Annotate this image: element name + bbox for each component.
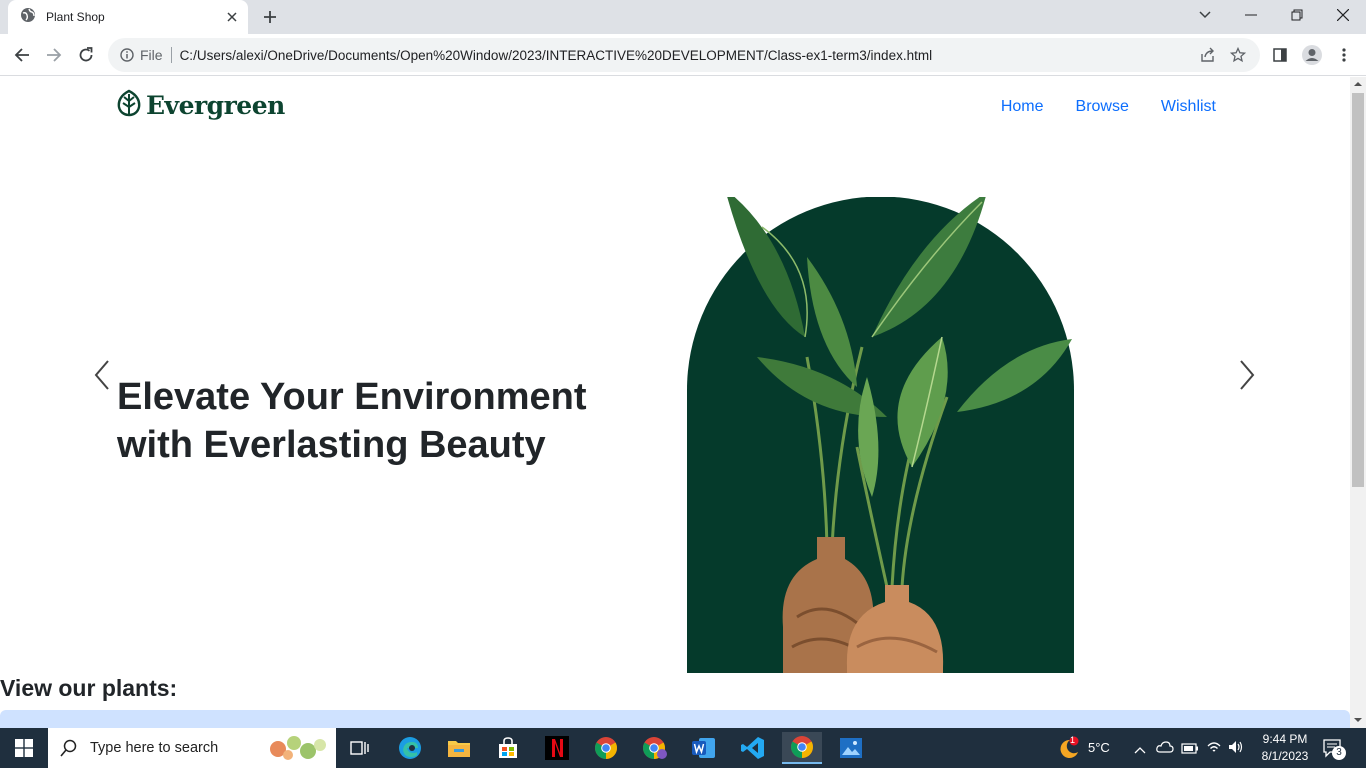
task-view-icon[interactable] (340, 732, 380, 764)
page-viewport: Evergreen Home Browse Wishlist Elevate Y… (0, 77, 1350, 728)
search-highlight-icon (264, 731, 330, 770)
taskbar-search-box[interactable]: Type here to search (48, 728, 336, 768)
scroll-up-icon[interactable] (1354, 81, 1362, 87)
chrome-active-icon[interactable] (782, 732, 822, 764)
nav-browse-link[interactable]: Browse (1076, 98, 1129, 116)
minimize-icon[interactable] (1228, 0, 1274, 30)
file-label: File (140, 47, 163, 63)
close-tab-icon[interactable] (222, 7, 242, 27)
close-window-icon[interactable] (1320, 0, 1366, 30)
tab-title: Plant Shop (46, 10, 105, 24)
taskbar-clock[interactable]: 9:44 PM 8/1/2023 (1250, 731, 1320, 765)
carousel-prev-button[interactable] (88, 357, 118, 393)
notifications-icon[interactable]: 3 (1322, 738, 1346, 763)
browser-toolbar: File C:/Users/alexi/OneDrive/Documents/O… (0, 34, 1366, 76)
weather-temperature[interactable]: 5°C (1088, 740, 1110, 755)
hero-plant-image (687, 189, 1074, 673)
nav-wishlist-link[interactable]: Wishlist (1161, 98, 1216, 116)
globe-icon (20, 7, 36, 28)
carousel-next-button[interactable] (1233, 357, 1263, 393)
battery-icon[interactable] (1181, 741, 1199, 759)
weather-icon[interactable]: 1 (1056, 735, 1082, 765)
clock-time: 9:44 PM (1262, 732, 1308, 746)
back-icon[interactable] (8, 41, 36, 69)
search-placeholder: Type here to search (90, 740, 219, 756)
share-icon[interactable] (1200, 47, 1216, 63)
tab-strip: Plant Shop (0, 0, 1366, 34)
brand-name: Evergreen (146, 91, 285, 120)
plants-alert-bar (0, 710, 1350, 728)
word-icon[interactable] (684, 732, 724, 764)
forward-icon[interactable] (40, 41, 68, 69)
windows-start-icon[interactable] (0, 728, 48, 768)
page-scrollbar[interactable] (1350, 77, 1366, 728)
nav-home-link[interactable]: Home (1001, 98, 1044, 116)
browser-tab[interactable]: Plant Shop (8, 0, 248, 34)
hero-title: Elevate Your Environment with Everlastin… (117, 376, 587, 466)
reload-icon[interactable] (72, 41, 100, 69)
chrome-icon[interactable] (586, 732, 626, 764)
clock-date: 8/1/2023 (1261, 749, 1309, 763)
edge-icon[interactable] (390, 732, 430, 764)
volume-icon[interactable] (1228, 740, 1244, 759)
side-panel-icon[interactable] (1266, 41, 1294, 69)
main-nav: Home Browse Wishlist (1001, 98, 1216, 116)
wifi-icon[interactable] (1206, 740, 1222, 759)
onedrive-icon[interactable] (1156, 740, 1174, 759)
microsoft-store-icon[interactable] (488, 732, 528, 764)
chrome-profile-icon[interactable] (635, 732, 675, 764)
profile-avatar-icon[interactable] (1298, 41, 1326, 69)
photos-icon[interactable] (831, 732, 871, 764)
weather-badge: 1 (1070, 735, 1076, 745)
brand-logo[interactable]: Evergreen (116, 89, 285, 122)
leaf-logo-icon (116, 89, 142, 122)
restore-icon[interactable] (1274, 0, 1320, 30)
windows-taskbar: Type here to search 1 5°C 9:44 PM 8/1/20… (0, 728, 1366, 768)
menu-kebab-icon[interactable] (1330, 41, 1358, 69)
new-tab-button[interactable] (258, 5, 282, 29)
search-icon (60, 739, 78, 757)
address-bar[interactable]: File C:/Users/alexi/OneDrive/Documents/O… (108, 38, 1260, 72)
tab-search-icon[interactable] (1182, 0, 1228, 30)
scrollbar-thumb[interactable] (1352, 93, 1364, 487)
omnibox-separator (170, 47, 172, 63)
netflix-icon[interactable] (537, 732, 577, 764)
notification-count-badge: 3 (1332, 746, 1346, 760)
scroll-down-icon[interactable] (1354, 717, 1362, 723)
vscode-icon[interactable] (733, 732, 773, 764)
bookmark-star-icon[interactable] (1230, 47, 1246, 63)
section-heading: View our plants: (0, 675, 178, 701)
file-explorer-icon[interactable] (439, 732, 479, 764)
info-icon[interactable] (120, 48, 134, 62)
tray-chevron-icon[interactable] (1134, 741, 1146, 759)
url-text[interactable]: C:/Users/alexi/OneDrive/Documents/Open%2… (180, 48, 1200, 63)
